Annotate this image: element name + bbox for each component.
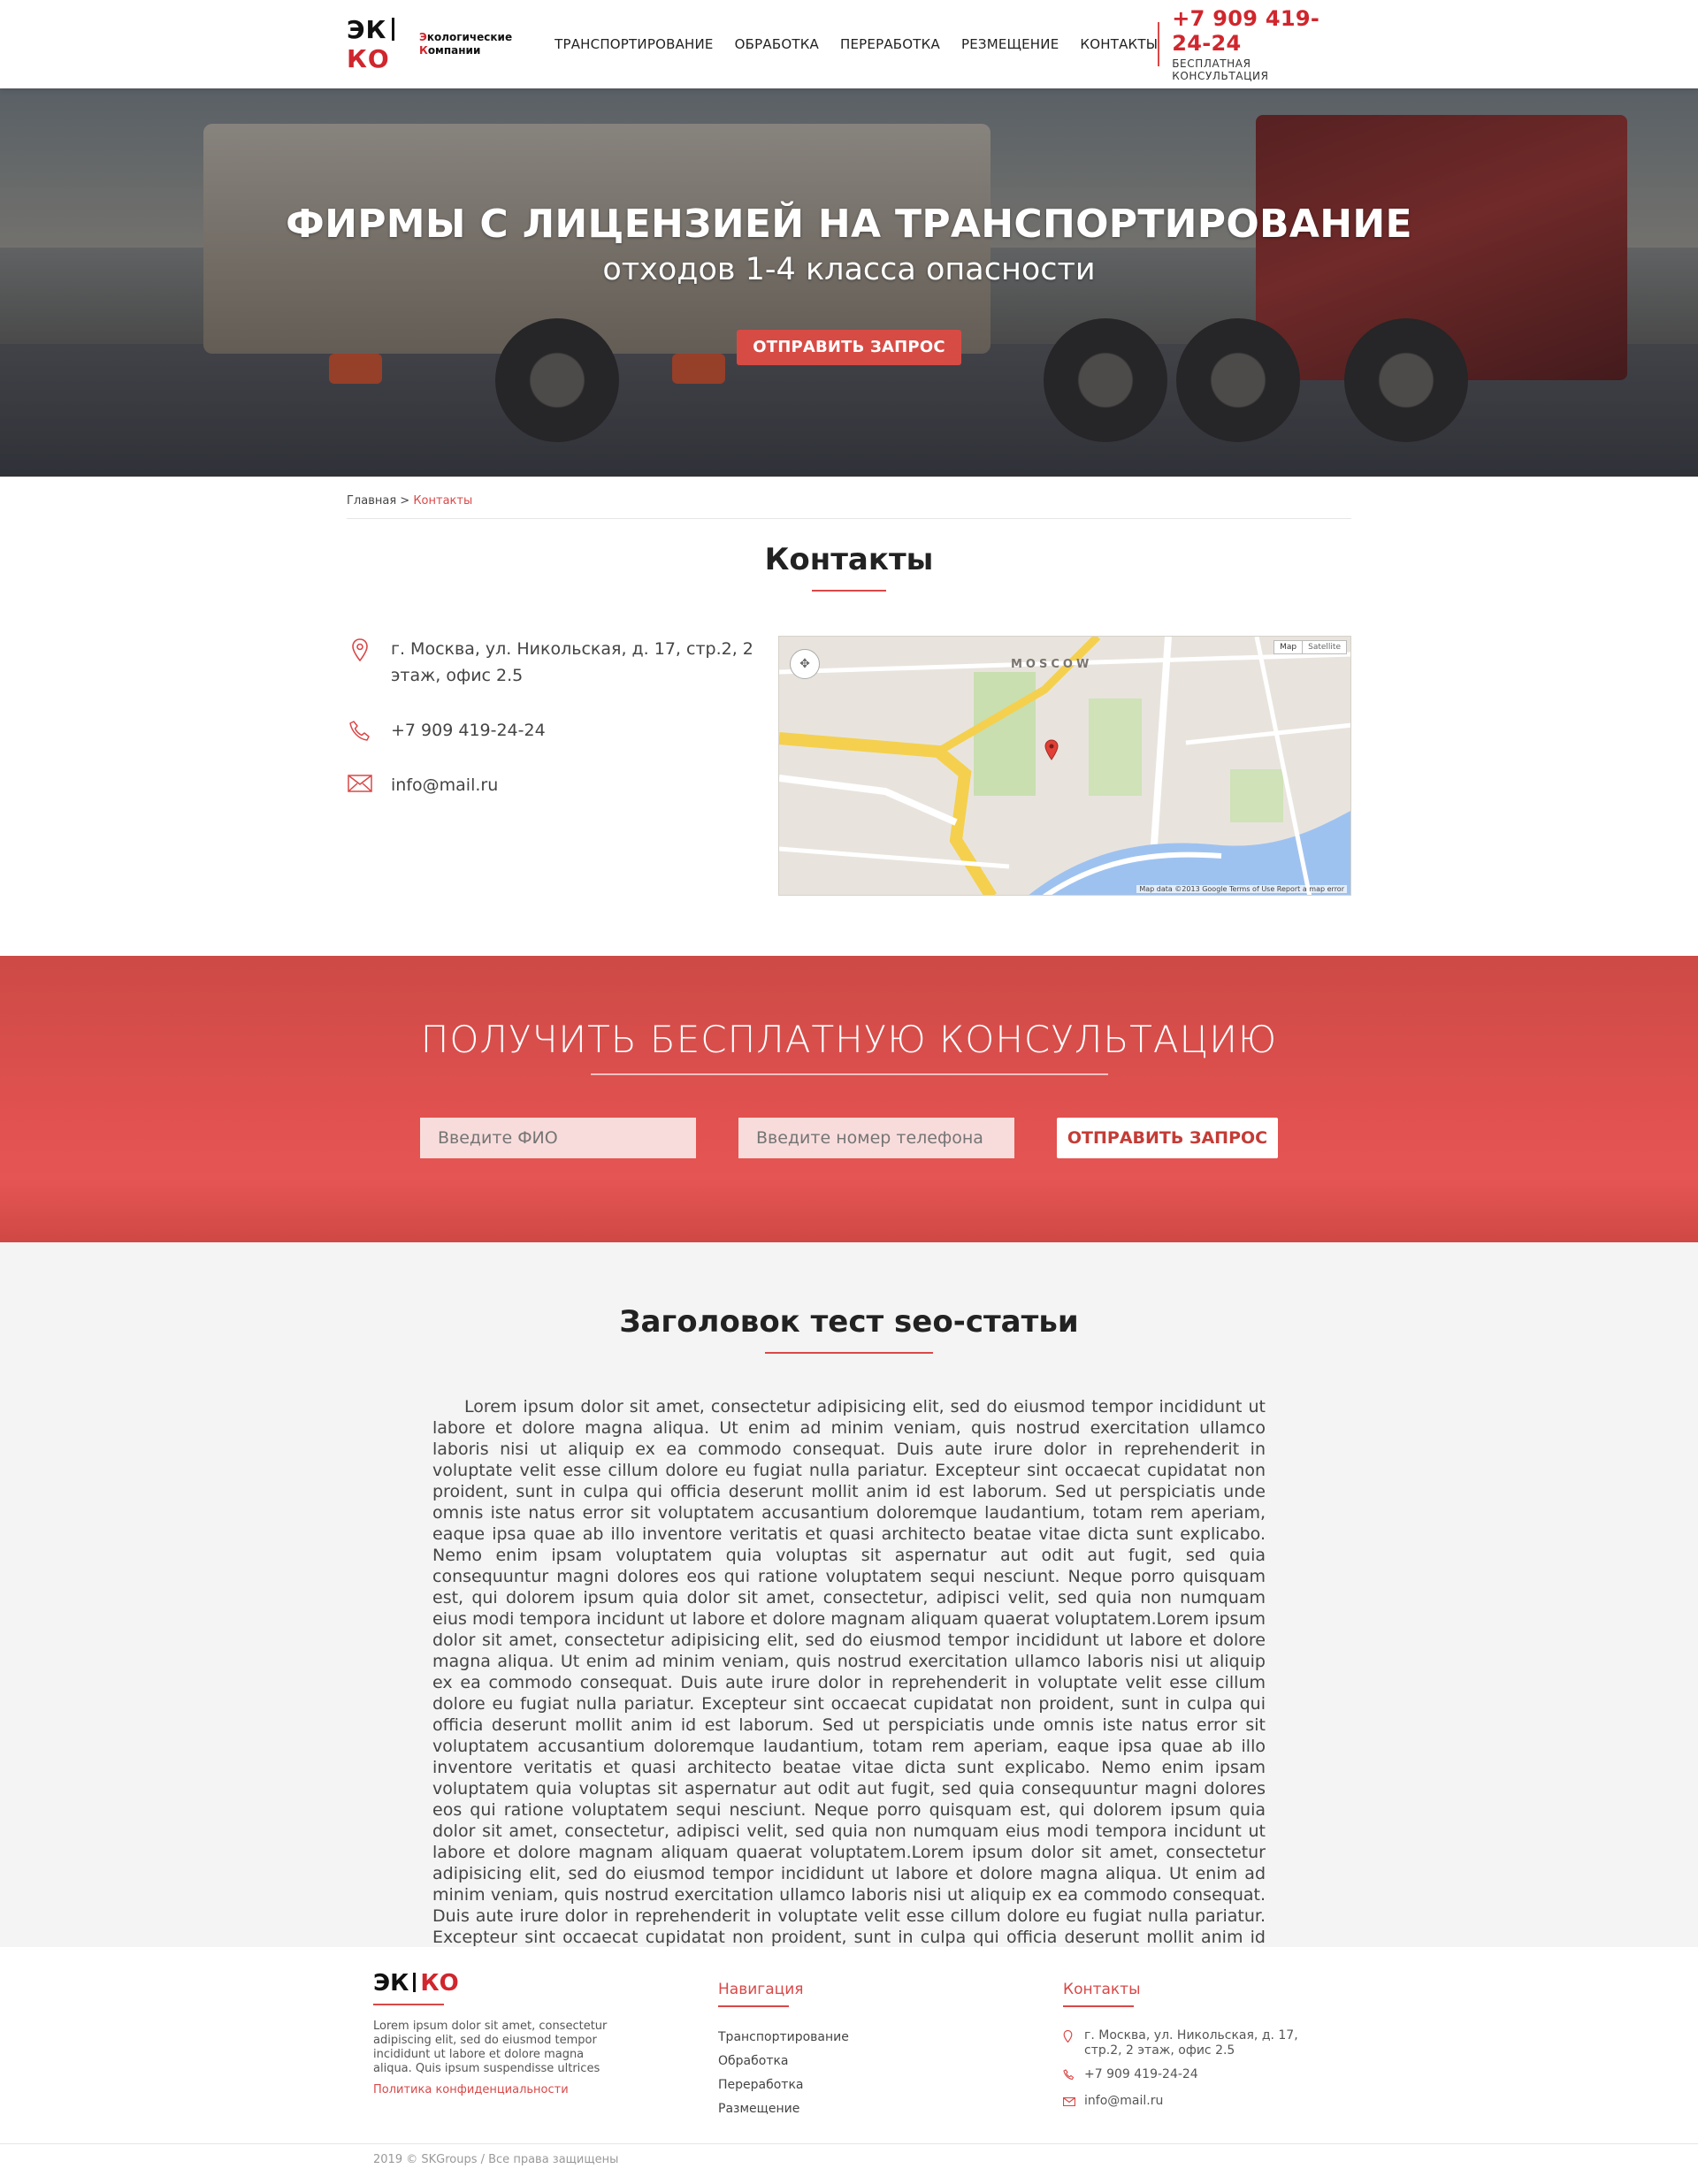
nav-item-recycling[interactable]: ПЕРЕРАБОТКА <box>840 36 940 52</box>
location-pin-icon <box>347 636 373 662</box>
mail-icon <box>347 772 373 798</box>
logo-left: ЭК <box>347 15 387 44</box>
contact-address: г. Москва, ул. Никольская, д. 17, стр.2,… <box>347 636 778 689</box>
breadcrumb: Главная > Контакты <box>347 477 1351 519</box>
hero-subtitle: отходов 1-4 класса опасности <box>602 252 1096 287</box>
copyright-bar: 2019 © SKGroups / Все права защищены <box>0 2143 1698 2166</box>
footer-logo-left: ЭК <box>373 1970 409 1997</box>
footer-nav-title: Навигация <box>718 1981 804 1998</box>
map-city-label: MOSCOW <box>1011 658 1093 671</box>
map-pan-control[interactable]: ✥ <box>790 649 820 679</box>
footer-email: info@mail.ru <box>1062 2094 1328 2111</box>
tagline-line2: омпании <box>427 44 481 57</box>
footer-email-text[interactable]: info@mail.ru <box>1084 2094 1163 2111</box>
google-map[interactable]: MOSCOW ✥ Map Satellite Map data ©2013 Go… <box>778 636 1351 896</box>
seo-title-underline <box>765 1352 933 1354</box>
contact-email-text[interactable]: info@mail.ru <box>391 772 498 798</box>
seo-article-text: Lorem ipsum dolor sit amet, consectetur … <box>432 1397 1266 1968</box>
footer-address-text: г. Москва, ул. Никольская, д. 17, стр.2,… <box>1084 2028 1298 2058</box>
footer-phone-icon <box>1063 2067 1075 2085</box>
nav-item-placement[interactable]: РЕЗМЕЩЕНИЕ <box>961 36 1059 52</box>
seo-title: Заголовок тест seo-статьи <box>619 1304 1079 1340</box>
header-contact: +7 909 419-24-24 БЕСПЛАТНАЯ КОНСУЛЬТАЦИЯ <box>1158 6 1351 82</box>
consultation-submit-button[interactable]: ОТПРАВИТЬ ЗАПРОС <box>1057 1118 1278 1158</box>
footer-location-icon <box>1063 2028 1075 2058</box>
footer-nav-recycling[interactable]: Переработка <box>718 2078 1063 2092</box>
privacy-policy-link[interactable]: Политика конфиденциальности <box>373 2083 718 2096</box>
map-type-control: Map Satellite <box>1274 640 1347 654</box>
phone-icon <box>347 717 373 744</box>
phone-input[interactable] <box>738 1118 1014 1158</box>
copyright-text: 2019 © SKGroups / Все права защищены <box>373 2153 619 2166</box>
contact-list: г. Москва, ул. Никольская, д. 17, стр.2,… <box>347 636 778 896</box>
contacts-section: Главная > Контакты Контакты г. Москва, у… <box>347 477 1351 896</box>
nav-item-contacts[interactable]: КОНТАКТЫ <box>1080 36 1158 52</box>
consultation-title: ПОЛУЧИТЬ БЕСПЛАТНУЮ КОНСУЛЬТАЦИЮ <box>420 1018 1278 1061</box>
site-header: ЭККО Экологические Компании ТРАНСПОРТИРО… <box>0 0 1698 88</box>
footer-nav-processing[interactable]: Обработка <box>718 2054 1063 2068</box>
footer-nav-transport[interactable]: Транспортирование <box>718 2030 1063 2044</box>
footer-about-text: Lorem ipsum dolor sit amet, consectetur … <box>373 2020 608 2075</box>
footer-logo[interactable]: ЭК КО <box>373 1970 718 1997</box>
seo-section: Заголовок тест seo-статьи Lorem ipsum do… <box>0 1242 1698 1968</box>
breadcrumb-home[interactable]: Главная <box>347 494 396 508</box>
footer-address: г. Москва, ул. Никольская, д. 17, стр.2,… <box>1063 2028 1328 2058</box>
footer-phone: +7 909 419-24-24 <box>1063 2067 1328 2085</box>
map-marker-icon[interactable] <box>1044 739 1059 760</box>
main-nav: ТРАНСПОРТИРОВАНИЕ ОБРАБОТКА ПЕРЕРАБОТКА … <box>555 36 1158 52</box>
consultation-band: ПОЛУЧИТЬ БЕСПЛАТНУЮ КОНСУЛЬТАЦИЮ ОТПРАВИ… <box>0 956 1698 1242</box>
footer-nav: Транспортирование Обработка Переработка … <box>718 2030 1063 2116</box>
consultation-form: ОТПРАВИТЬ ЗАПРОС <box>0 1118 1698 1158</box>
title-underline <box>812 590 886 592</box>
logo-tagline: Экологические Компании <box>419 31 513 57</box>
hero-banner: ФИРМЫ С ЛИЦЕНЗИЕЙ НА ТРАНСПОРТИРОВАНИЕ о… <box>0 88 1698 477</box>
header-consult-label: БЕСПЛАТНАЯ КОНСУЛЬТАЦИЯ <box>1172 57 1269 82</box>
contact-address-text: г. Москва, ул. Никольская, д. 17, стр.2,… <box>391 639 753 685</box>
tagline-line1: кологические <box>426 31 513 43</box>
map-attribution: Map data ©2013 Google Terms of Use Repor… <box>1136 885 1347 893</box>
contact-phone: +7 909 419-24-24 <box>347 717 778 744</box>
nav-item-processing[interactable]: ОБРАБОТКА <box>735 36 819 52</box>
map-type-map-button[interactable]: Map <box>1274 641 1302 653</box>
footer-phone-text[interactable]: +7 909 419-24-24 <box>1084 2067 1198 2085</box>
consultation-underline <box>590 1073 1108 1075</box>
breadcrumb-separator: > <box>396 494 414 508</box>
contacts-title: Контакты <box>764 542 934 577</box>
map-type-satellite-button[interactable]: Satellite <box>1302 641 1346 653</box>
footer-logo-right: КО <box>420 1970 459 1997</box>
site-footer: ЭК КО Lorem ipsum dolor sit amet, consect… <box>0 1947 1698 2184</box>
hero-title: ФИРМЫ С ЛИЦЕНЗИЕЙ НА ТРАНСПОРТИРОВАНИЕ <box>286 202 1412 247</box>
logo-mark: ЭККО <box>347 15 409 73</box>
contact-email: info@mail.ru <box>347 772 778 798</box>
footer-mail-icon <box>1062 2094 1076 2111</box>
logo-right: КО <box>347 44 390 73</box>
logo[interactable]: ЭККО Экологические Компании <box>347 15 512 73</box>
contact-phone-text[interactable]: +7 909 419-24-24 <box>391 717 546 744</box>
hero-request-button[interactable]: ОТПРАВИТЬ ЗАПРОС <box>737 330 961 365</box>
name-input[interactable] <box>420 1118 696 1158</box>
nav-item-transport[interactable]: ТРАНСПОРТИРОВАНИЕ <box>555 36 714 52</box>
footer-nav-placement[interactable]: Размещение <box>718 2102 1063 2116</box>
breadcrumb-current: Контакты <box>413 494 473 508</box>
footer-contacts-title: Контакты <box>1063 1981 1141 1998</box>
header-phone[interactable]: +7 909 419-24-24 <box>1172 6 1351 56</box>
